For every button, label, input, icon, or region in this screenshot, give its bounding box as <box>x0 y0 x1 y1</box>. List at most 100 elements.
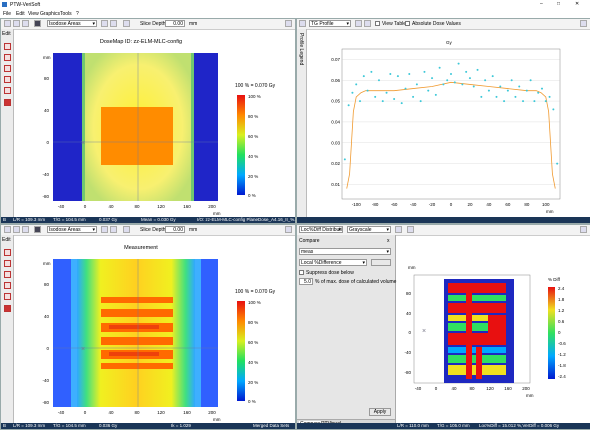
zoom-out-icon[interactable] <box>110 226 117 233</box>
colormap-select[interactable]: Grayscale <box>347 226 391 233</box>
menu-graphics[interactable]: Graphics <box>40 11 60 17</box>
suppress-checkbox[interactable] <box>299 270 304 275</box>
edit-tab[interactable]: Edit <box>2 237 11 243</box>
tool-icon-3[interactable] <box>4 271 11 278</box>
diff-colorbar <box>548 287 555 379</box>
profile-x-tick: -20 <box>429 202 436 207</box>
open-icon[interactable] <box>4 20 11 27</box>
profile-point <box>377 79 380 82</box>
zoom-in-icon[interactable] <box>355 20 362 27</box>
meas-map-title: Measurement <box>124 245 158 251</box>
pin-icon[interactable] <box>580 20 587 27</box>
profile-plot-area <box>341 48 561 200</box>
pin-icon[interactable] <box>285 20 292 27</box>
refresh-icon[interactable] <box>407 226 414 233</box>
colorbar-label: 0 % <box>248 193 256 198</box>
save-icon[interactable] <box>34 20 41 27</box>
profile-point <box>408 73 411 75</box>
tool-icon-2[interactable] <box>4 54 11 61</box>
dose-display-select[interactable]: Isodose Areas <box>47 226 97 233</box>
export-icon[interactable] <box>22 226 29 233</box>
method-select[interactable]: Local %Difference <box>299 259 367 266</box>
method-options-button[interactable] <box>371 259 391 266</box>
menu-file[interactable]: File <box>3 11 11 17</box>
slice-depth-input[interactable]: 0.00 <box>165 226 185 233</box>
copy-icon[interactable] <box>13 226 20 233</box>
meas-y-tick: 80 <box>44 282 50 287</box>
profile-point <box>355 83 358 86</box>
colorbar-label: 0 % <box>248 399 256 404</box>
compare-dataset-select[interactable]: meas <box>299 248 391 255</box>
open-icon[interactable] <box>299 20 306 27</box>
tool-icon-1[interactable] <box>4 43 11 50</box>
menu-tools[interactable]: Tools <box>60 11 72 17</box>
profile-x-tick: 40 <box>486 202 492 207</box>
diff-x-tick: 40 <box>451 386 457 391</box>
export-icon[interactable] <box>22 20 29 27</box>
meas-x-tick: 160 <box>183 410 191 415</box>
menu-help[interactable]: ? <box>76 11 79 17</box>
pin-icon[interactable] <box>580 226 587 233</box>
dose-display-select[interactable]: Isodose Areas <box>47 20 97 27</box>
minimize-icon[interactable]: – <box>540 1 543 7</box>
diff-legend-label: 1.2 <box>558 308 565 313</box>
maximize-icon[interactable]: □ <box>557 1 560 7</box>
zoom-in-icon[interactable] <box>101 20 108 27</box>
apply-button[interactable]: Apply <box>369 408 391 416</box>
crosshair-marker: × <box>81 346 85 353</box>
measurement-panel: Isodose Areas Slice Depth 0.00 mm Edit <box>0 224 296 430</box>
menu-edit[interactable]: Edit <box>16 11 25 17</box>
crosshair-icon[interactable] <box>123 20 130 27</box>
app-icon <box>2 2 7 7</box>
calc-scale-header: 100 % = 0.070 Gy <box>235 83 276 89</box>
view-table-checkbox[interactable] <box>375 21 380 26</box>
meas-x-tick: -40 <box>58 410 65 415</box>
tool-icon-4[interactable] <box>4 76 11 83</box>
profile-select[interactable]: TG Profile <box>309 20 351 27</box>
profile-y-tick: 0.05 <box>331 99 340 104</box>
colorbar-label: 40 % <box>248 360 258 365</box>
profile-point <box>487 89 490 92</box>
window-title: PTW-VeriSoft <box>10 2 41 8</box>
status-item: B <box>3 217 7 222</box>
tool-icon-4[interactable] <box>4 282 11 289</box>
zoom-in-icon[interactable] <box>101 226 108 233</box>
open-icon[interactable] <box>4 226 11 233</box>
zoom-out-icon[interactable] <box>364 20 371 27</box>
abs-dose-checkbox[interactable] <box>405 21 410 26</box>
menu-view[interactable]: View <box>28 11 39 17</box>
close-pane-icon[interactable]: x <box>387 238 390 244</box>
colorbar-label: 20 % <box>248 174 258 179</box>
profile-point <box>465 70 468 73</box>
close-icon[interactable]: ✕ <box>575 1 579 7</box>
pin-icon[interactable] <box>285 226 292 233</box>
analysis-select[interactable]: Loc%Diff Distribution <box>299 226 343 233</box>
colorbar-label: 80 % <box>248 320 258 325</box>
tool-icon-2[interactable] <box>4 260 11 267</box>
profile-x-tick: 0 <box>450 202 453 207</box>
stop-icon[interactable] <box>4 305 11 312</box>
zoom-out-icon[interactable] <box>110 20 117 27</box>
profile-point <box>427 89 430 92</box>
profile-legend-tab[interactable]: Profile Legend <box>298 33 304 65</box>
copy-icon[interactable] <box>13 20 20 27</box>
settings-icon[interactable] <box>395 226 402 233</box>
slice-depth-unit: mm <box>189 21 198 27</box>
tool-icon-5[interactable] <box>4 293 11 300</box>
tool-icon-5[interactable] <box>4 87 11 94</box>
edit-tab[interactable]: Edit <box>2 31 11 37</box>
save-icon[interactable] <box>34 226 41 233</box>
calc-y-tick: 40 <box>44 108 50 113</box>
compare-settings-pane: Compare x meas Local %Difference Suppres… <box>297 235 396 428</box>
tool-icon-1[interactable] <box>4 249 11 256</box>
slice-depth-input[interactable]: 0.00 <box>165 20 185 27</box>
calc-x-tick: 160 <box>183 204 191 209</box>
stop-icon[interactable] <box>4 99 11 106</box>
suppress-input[interactable]: 5.0 <box>299 278 313 285</box>
diff-x-tick: 200 <box>522 386 530 391</box>
profile-point <box>484 79 487 82</box>
crosshair-icon[interactable] <box>123 226 130 233</box>
tool-icon-3[interactable] <box>4 65 11 72</box>
status-item: L/R = 109.3 mm <box>13 423 46 428</box>
slice-depth-label: Slice Depth <box>140 227 166 233</box>
